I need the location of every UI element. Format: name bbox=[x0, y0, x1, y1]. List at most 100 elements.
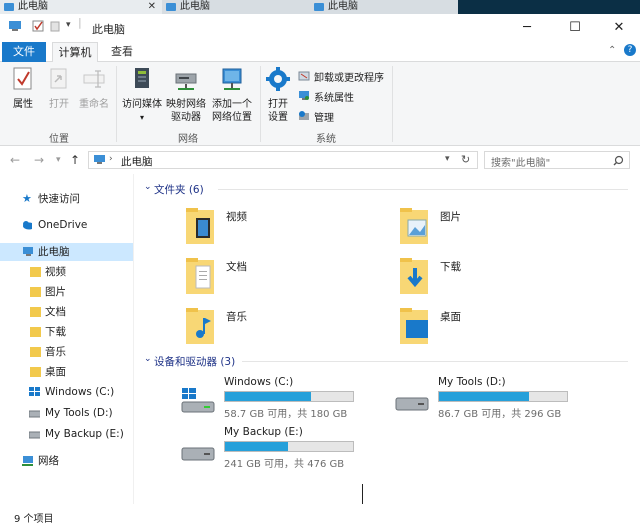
window-tab-label: 此电脑 bbox=[18, 1, 48, 12]
nav-item-downloads[interactable]: 下载 bbox=[0, 323, 133, 341]
refresh-icon[interactable]: ↻ bbox=[461, 153, 470, 166]
nav-item-documents[interactable]: 文档 bbox=[0, 303, 133, 321]
nav-item-network[interactable]: 网络 bbox=[0, 452, 133, 470]
status-bar: 9 个项目 bbox=[0, 504, 640, 528]
windows-drive-icon bbox=[181, 388, 215, 413]
drive-usage-fill bbox=[225, 442, 289, 451]
uninstall-icon bbox=[298, 71, 310, 81]
customize-quick-access-icon[interactable]: ▾ bbox=[66, 20, 71, 30]
tab-computer[interactable]: 计算机 bbox=[52, 42, 98, 63]
chevron-down-icon: ▾ bbox=[139, 113, 144, 122]
manage-button[interactable]: 管理 bbox=[298, 109, 334, 124]
access-media-label: 访问媒体 bbox=[122, 99, 162, 110]
new-folder-icon[interactable] bbox=[50, 20, 60, 32]
section-title-devices[interactable]: 设备和驱动器 (3) bbox=[154, 354, 235, 369]
downloads-folder-icon bbox=[400, 258, 428, 294]
nav-item-desktop[interactable]: 桌面 bbox=[0, 363, 133, 381]
open-button[interactable]: 打开 bbox=[42, 66, 76, 111]
search-input[interactable]: 搜索"此电脑" bbox=[491, 154, 550, 169]
nav-label: Windows (C:) bbox=[45, 386, 115, 398]
folder-name: 音乐 bbox=[226, 311, 247, 323]
search-box[interactable]: 搜索"此电脑" bbox=[484, 151, 630, 169]
nav-item-this-pc[interactable]: 此电脑 bbox=[0, 243, 133, 261]
maximize-button[interactable]: ☐ bbox=[552, 14, 598, 42]
chevron-up-icon[interactable]: ⌃ bbox=[608, 45, 616, 56]
nav-item-quick-access[interactable]: ★ 快速访问 bbox=[0, 190, 133, 208]
properties-checkbox-icon[interactable] bbox=[32, 20, 44, 32]
window-tab-3[interactable]: 此电脑 bbox=[310, 0, 458, 14]
window-tab-2[interactable]: 此电脑 bbox=[162, 0, 310, 14]
collapse-chevron-icon[interactable]: ⌄ bbox=[144, 182, 152, 192]
open-settings-button[interactable]: 打开 设置 bbox=[262, 66, 294, 124]
drive-item-c[interactable]: Windows (C:) 58.7 GB 可用，共 180 GB bbox=[180, 376, 380, 420]
drive-free-space: 58.7 GB 可用，共 180 GB bbox=[224, 409, 348, 420]
recent-locations-icon[interactable]: ▾ bbox=[56, 155, 61, 165]
folder-item-music[interactable]: 音乐 bbox=[184, 306, 384, 350]
title-separator: | bbox=[78, 16, 82, 29]
forward-button[interactable]: → bbox=[34, 153, 44, 167]
group-label-system: 系统 bbox=[316, 134, 336, 145]
address-bar[interactable]: › 此电脑 ▾ ↻ bbox=[88, 151, 478, 169]
drive-item-e[interactable]: My Backup (E:) 241 GB 可用，共 476 GB bbox=[180, 426, 380, 470]
music-folder-icon bbox=[186, 308, 214, 344]
uninstall-programs-button[interactable]: 卸载或更改程序 bbox=[298, 69, 384, 84]
nav-label: 下载 bbox=[45, 326, 66, 338]
folder-item-videos[interactable]: 视频 bbox=[184, 206, 384, 250]
help-icon[interactable]: ? bbox=[624, 44, 636, 56]
system-properties-label: 系统属性 bbox=[314, 93, 354, 104]
folder-item-pictures[interactable]: 图片 bbox=[398, 206, 598, 250]
navigation-pane: ★ 快速访问 OneDrive 此电脑 视频 图片 文档 下载 音乐 桌面 Wi… bbox=[0, 174, 134, 504]
nav-item-drive-c[interactable]: Windows (C:) bbox=[0, 383, 133, 401]
nav-item-music[interactable]: 音乐 bbox=[0, 343, 133, 361]
folder-name: 图片 bbox=[440, 211, 461, 223]
folder-item-desktop[interactable]: 桌面 bbox=[398, 306, 598, 350]
section-title-folders[interactable]: 文件夹 (6) bbox=[154, 182, 204, 197]
network-drive-icon bbox=[175, 73, 197, 90]
map-drive-label-2: 驱动器 bbox=[171, 112, 201, 123]
computer-icon bbox=[94, 155, 105, 164]
drive-free-space: 86.7 GB 可用，共 296 GB bbox=[438, 409, 562, 420]
nav-item-drive-d[interactable]: My Tools (D:) bbox=[0, 404, 133, 422]
nav-item-drive-e[interactable]: My Backup (E:) bbox=[0, 425, 133, 443]
add-network-location-button[interactable]: 添加一个 网络位置 bbox=[208, 66, 256, 124]
access-media-button[interactable]: 访问媒体 ▾ bbox=[118, 66, 166, 124]
drive-item-d[interactable]: My Tools (D:) 86.7 GB 可用，共 296 GB bbox=[394, 376, 594, 420]
breadcrumb-this-pc[interactable]: 此电脑 bbox=[121, 154, 153, 169]
properties-button[interactable]: 属性 bbox=[6, 66, 40, 111]
drive-name: Windows (C:) bbox=[224, 376, 294, 388]
close-tab-icon[interactable]: ✕ bbox=[148, 0, 156, 14]
breadcrumb-chevron-icon[interactable]: › bbox=[109, 154, 113, 164]
close-button[interactable]: ✕ bbox=[596, 14, 640, 42]
system-properties-button[interactable]: 系统属性 bbox=[298, 89, 354, 104]
hard-drive-icon bbox=[29, 410, 40, 418]
desktop-folder-icon bbox=[30, 367, 41, 377]
back-button[interactable]: ← bbox=[10, 153, 20, 167]
nav-label: 网络 bbox=[38, 455, 59, 467]
manage-label: 管理 bbox=[314, 113, 334, 124]
content-pane: ⌄ 文件夹 (6) 视频 图片 文档 下载 音乐 桌面 ⌄ 设备和驱动器 (3)… bbox=[134, 174, 640, 524]
nav-label: 音乐 bbox=[45, 346, 66, 358]
nav-item-onedrive[interactable]: OneDrive bbox=[0, 216, 133, 234]
nav-item-videos[interactable]: 视频 bbox=[0, 263, 133, 281]
tab-view[interactable]: 查看 bbox=[104, 42, 140, 62]
chevron-down-icon[interactable]: ▾ bbox=[445, 154, 450, 164]
up-button[interactable]: ↑ bbox=[70, 153, 80, 167]
nav-item-pictures[interactable]: 图片 bbox=[0, 283, 133, 301]
drive-free-space: 241 GB 可用，共 476 GB bbox=[224, 459, 345, 470]
gear-icon bbox=[266, 67, 290, 91]
computer-icon bbox=[166, 3, 176, 11]
rename-button[interactable]: 重命名 bbox=[76, 66, 112, 111]
map-network-drive-button[interactable]: 映射网络 驱动器 bbox=[164, 66, 208, 124]
nav-label: My Backup (E:) bbox=[45, 428, 124, 440]
minimize-button[interactable]: ─ bbox=[504, 14, 550, 42]
address-row: ← → ▾ ↑ › 此电脑 ▾ ↻ 搜索"此电脑" bbox=[0, 146, 640, 174]
drive-usage-bar bbox=[438, 391, 568, 402]
folder-item-documents[interactable]: 文档 bbox=[184, 256, 384, 300]
folder-item-downloads[interactable]: 下载 bbox=[398, 256, 598, 300]
rename-label: 重命名 bbox=[79, 99, 109, 110]
desktop-folder-icon bbox=[400, 308, 428, 344]
drive-usage-fill bbox=[439, 392, 530, 401]
tab-file[interactable]: 文件 bbox=[2, 42, 46, 62]
collapse-chevron-icon[interactable]: ⌄ bbox=[144, 354, 152, 364]
window-tab-1[interactable]: 此电脑 ✕ bbox=[0, 0, 162, 14]
